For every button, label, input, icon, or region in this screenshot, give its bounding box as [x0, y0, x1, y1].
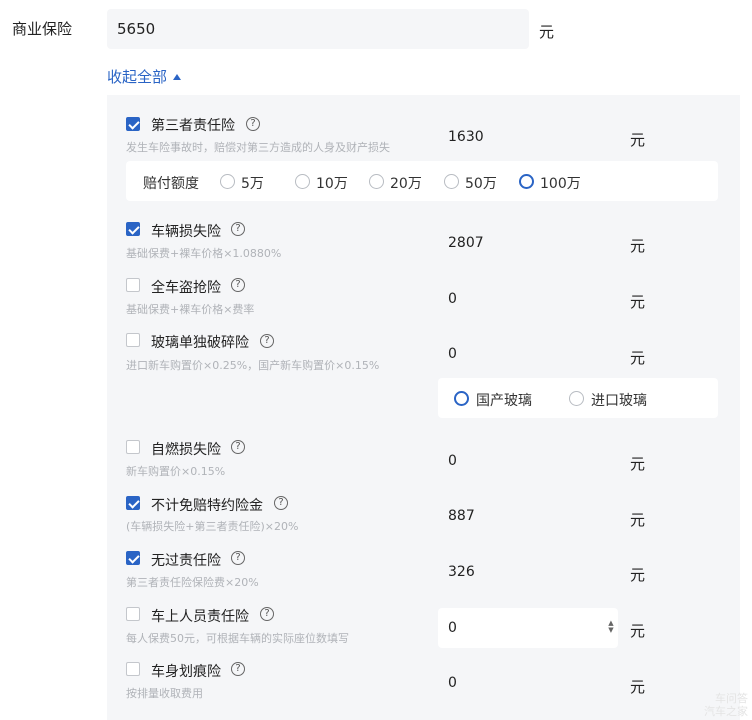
item-title-no-fault: 无过责任险: [151, 553, 221, 569]
item-title-theft: 全车盗抢险: [151, 280, 221, 296]
help-icon[interactable]: ?: [274, 496, 288, 510]
item-subtitle-third-party: 发生车险事故时，赔偿对第三方造成的人身及财产损失: [126, 141, 390, 154]
watermark: 车问答 汽车之家: [704, 692, 748, 718]
item-subtitle-no-fault: 第三者责任险保险费×20%: [126, 576, 259, 589]
radio-coverage-20w[interactable]: [369, 174, 384, 189]
unit-glass: 元: [630, 349, 646, 367]
coverage-amount-box: [126, 161, 718, 201]
value-input-theft[interactable]: 0: [438, 279, 618, 319]
checkbox-no-fault[interactable]: [126, 551, 140, 565]
radio-label-coverage-100w[interactable]: 100万: [540, 173, 581, 193]
item-title-body-scratch: 车身划痕险: [151, 664, 221, 680]
item-subtitle-vehicle-damage: 基础保费+裸车价格×1.0880%: [126, 247, 282, 260]
value-input-glass[interactable]: 0: [438, 334, 618, 374]
item-subtitle-glass: 进口新车购置价×0.25%，国产新车购置价×0.15%: [126, 359, 380, 372]
radio-glass-domestic[interactable]: [454, 391, 469, 406]
checkbox-theft[interactable]: [126, 278, 140, 292]
caret-up-icon: [173, 73, 182, 80]
unit-body-scratch: 元: [630, 678, 646, 696]
checkbox-glass[interactable]: [126, 333, 140, 347]
radio-label-glass-imported[interactable]: 进口玻璃: [591, 390, 647, 410]
radio-label-coverage-20w[interactable]: 20万: [390, 173, 422, 193]
checkbox-vehicle-damage[interactable]: [126, 222, 140, 236]
radio-glass-imported[interactable]: [569, 391, 584, 406]
checkbox-spontaneous-combustion[interactable]: [126, 440, 140, 454]
unit-deductible-waiver: 元: [630, 511, 646, 529]
watermark-line-2: 汽车之家: [704, 705, 748, 718]
help-icon[interactable]: ?: [246, 117, 260, 131]
radio-label-coverage-50w[interactable]: 50万: [465, 173, 497, 193]
help-icon[interactable]: ?: [231, 551, 245, 565]
coverage-amount-label: 赔付额度: [143, 176, 199, 192]
help-icon[interactable]: ?: [231, 662, 245, 676]
value-input-deductible-waiver[interactable]: 887: [438, 496, 618, 536]
item-title-spontaneous-combustion: 自燃损失险: [151, 442, 221, 458]
item-subtitle-body-scratch: 按排量收取费用: [126, 687, 203, 700]
item-subtitle-theft: 基础保费+裸车价格×费率: [126, 303, 255, 316]
collapse-all-link[interactable]: 收起全部: [107, 66, 182, 87]
checkbox-passenger-liability[interactable]: [126, 607, 140, 621]
value-input-spontaneous-combustion[interactable]: 0: [438, 441, 618, 481]
checkbox-deductible-waiver[interactable]: [126, 496, 140, 510]
item-title-third-party: 第三者责任险: [151, 118, 235, 134]
checkbox-third-party[interactable]: [126, 117, 140, 131]
unit-third-party: 元: [630, 131, 646, 149]
watermark-line-1: 车问答: [715, 692, 748, 705]
collapse-all-label: 收起全部: [107, 68, 168, 86]
item-subtitle-passenger-liability: 每人保费50元，可根据车辆的实际座位数填写: [126, 632, 349, 645]
help-icon[interactable]: ?: [231, 222, 245, 236]
commercial-insurance-label: 商业保险: [12, 20, 73, 38]
unit-passenger-liability: 元: [630, 622, 646, 640]
item-subtitle-spontaneous-combustion: 新车购置价×0.15%: [126, 465, 226, 478]
value-input-passenger-liability[interactable]: 0: [438, 608, 618, 648]
unit-no-fault: 元: [630, 566, 646, 584]
radio-coverage-5w[interactable]: [220, 174, 235, 189]
commercial-insurance-input[interactable]: 5650: [107, 9, 529, 49]
checkbox-body-scratch[interactable]: [126, 662, 140, 676]
item-title-glass: 玻璃单独破碎险: [151, 335, 249, 351]
number-stepper-icon[interactable]: ▲ ▼: [606, 620, 616, 636]
unit-spontaneous-combustion: 元: [630, 455, 646, 473]
item-title-passenger-liability: 车上人员责任险: [151, 609, 249, 625]
value-input-no-fault[interactable]: 326: [438, 552, 618, 592]
value-input-body-scratch[interactable]: 0: [438, 663, 618, 703]
help-icon[interactable]: ?: [260, 334, 274, 348]
radio-label-coverage-5w[interactable]: 5万: [241, 173, 264, 193]
value-input-third-party[interactable]: 1630: [438, 117, 618, 157]
unit-vehicle-damage: 元: [630, 237, 646, 255]
item-title-vehicle-damage: 车辆损失险: [151, 224, 221, 240]
help-icon[interactable]: ?: [260, 607, 274, 621]
item-subtitle-deductible-waiver: (车辆损失险+第三者责任险)×20%: [126, 520, 299, 533]
radio-coverage-100w[interactable]: [519, 174, 534, 189]
help-icon[interactable]: ?: [231, 278, 245, 292]
unit-theft: 元: [630, 293, 646, 311]
commercial-insurance-unit: 元: [539, 23, 555, 41]
radio-label-glass-domestic[interactable]: 国产玻璃: [476, 390, 532, 410]
radio-coverage-10w[interactable]: [295, 174, 310, 189]
item-title-deductible-waiver: 不计免赔特约险金: [151, 498, 263, 514]
radio-label-coverage-10w[interactable]: 10万: [316, 173, 348, 193]
value-input-vehicle-damage[interactable]: 2807: [438, 223, 618, 263]
radio-coverage-50w[interactable]: [444, 174, 459, 189]
help-icon[interactable]: ?: [231, 440, 245, 454]
